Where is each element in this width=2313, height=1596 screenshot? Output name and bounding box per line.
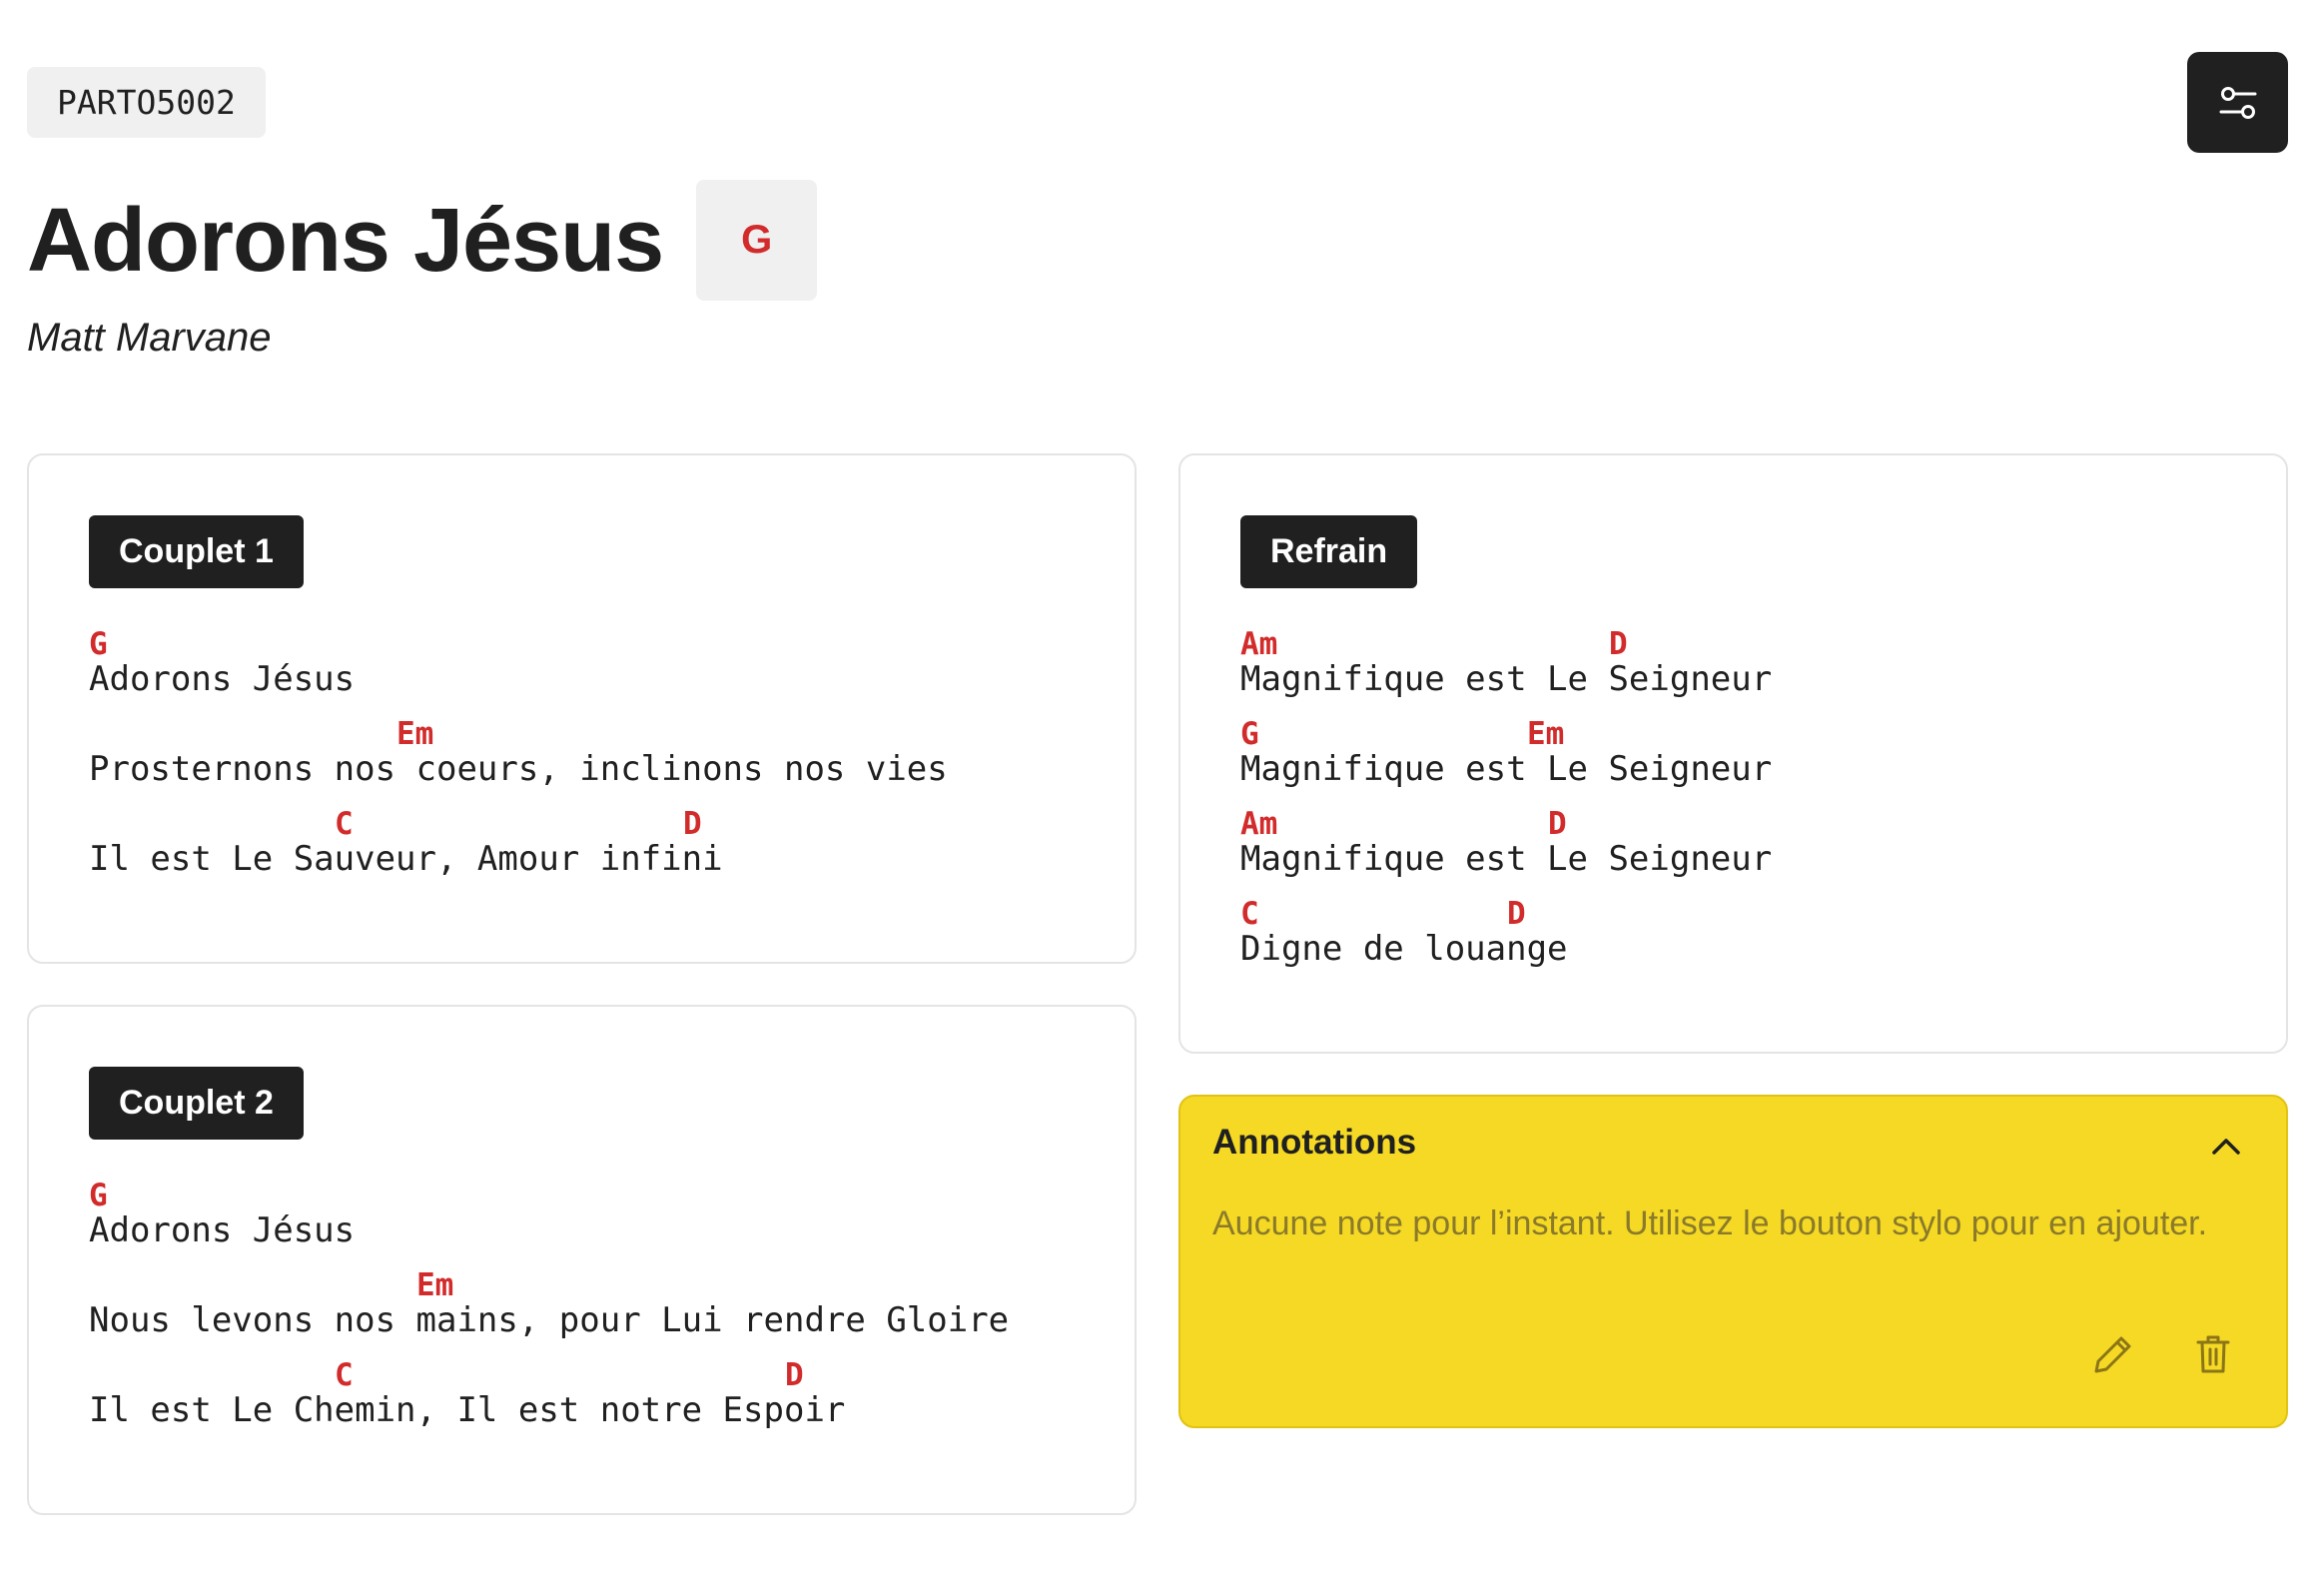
pencil-icon — [2094, 1336, 2131, 1373]
chord-line: Em Prosternons nos coeurs, inclinons nos … — [89, 716, 1075, 806]
code-badge: PARTO5002 — [27, 67, 266, 138]
song-title: Adorons Jésus — [27, 190, 664, 291]
lyric-text: Il est Le Sauveur, Amour infini — [89, 839, 723, 879]
annotations-toggle[interactable] — [2206, 1127, 2246, 1167]
chord-label: G — [89, 626, 108, 662]
chord-line: G Adorons Jésus — [89, 1178, 1075, 1267]
chord-label: Em — [396, 716, 434, 752]
lyric-text: Magnifique est Le Seigneur — [1240, 749, 1773, 789]
chord-line: Em Nous levons nos mains, pour Lui rendre… — [89, 1267, 1075, 1357]
chord-label: C — [335, 806, 354, 842]
lyric-text: Adorons Jésus — [89, 1210, 356, 1250]
chord-line: C D Il est Le Sauveur, Amour infini — [89, 806, 1075, 896]
annotations-title: Annotations — [1212, 1123, 1417, 1162]
sliders-icon — [2219, 86, 2256, 119]
section-label: Couplet 2 — [89, 1067, 304, 1140]
chord-line: G Em Magnifique est Le Seigneur — [1240, 716, 2226, 806]
chord-line: Am D Magnifique est Le Seigneur — [1240, 806, 2226, 896]
chevron-up-icon — [2212, 1139, 2240, 1155]
section-label: Couplet 1 — [89, 515, 304, 588]
section-label: Refrain — [1240, 515, 1418, 588]
lyric-text: Magnifique est Le Seigneur — [1240, 659, 1773, 699]
lyric-text: Il est Le Chemin, Il est notre Espoir — [89, 1390, 846, 1430]
title-row: Adorons Jésus G — [27, 180, 818, 301]
chord-label: D — [1507, 896, 1526, 932]
annotations-panel: Annotations Aucune note pour l’instant. … — [1178, 1095, 2288, 1428]
annotations-empty-text: Aucune note pour l’instant. Utilisez le … — [1212, 1204, 2208, 1242]
settings-button[interactable] — [2187, 52, 2288, 153]
chord-line: C D Il est Le Chemin, Il est notre Espoir — [89, 1357, 1075, 1447]
lyric-text: Digne de louange — [1240, 929, 1568, 969]
chord-label: C — [1240, 896, 1259, 932]
chord-line: G Adorons Jésus — [89, 626, 1075, 716]
chord-label: Em — [416, 1267, 454, 1303]
chord-label: G — [1240, 716, 1259, 752]
chord-label: Am — [1240, 806, 1278, 842]
lyric-text: Magnifique est Le Seigneur — [1240, 839, 1773, 879]
section-lines: G Adorons Jésus Em Prosternons nos coeurs, … — [89, 626, 1075, 896]
chord-line: Am D Magnifique est Le Seigneur — [1240, 626, 2226, 716]
lyric-text: Adorons Jésus — [89, 659, 356, 699]
trash-icon — [2196, 1335, 2230, 1373]
lyric-text: Nous levons nos mains, pour Lui rendre G… — [89, 1300, 1010, 1340]
chord-label: D — [1609, 626, 1628, 662]
chord-label: C — [335, 1357, 354, 1393]
key-badge[interactable]: G — [696, 180, 818, 301]
chord-label: Am — [1240, 626, 1278, 662]
section-lines: Am D Magnifique est Le Seigneur G Em Magnifiq… — [1240, 626, 2226, 986]
section-card-refrain: Refrain Am D Magnifique est Le Seigneur G Em… — [1178, 453, 2288, 1054]
chord-label: D — [785, 1357, 804, 1393]
section-card-couplet-1: Couplet 1 G Adorons Jésus Em Prosternons no… — [27, 453, 1137, 964]
song-author: Matt Marvane — [27, 316, 272, 360]
lyric-text: Prosternons nos coeurs, inclinons nos vi… — [89, 749, 948, 789]
section-card-couplet-2: Couplet 2 G Adorons Jésus Em Nous levons no… — [27, 1005, 1137, 1515]
chord-line: C D Digne de louange — [1240, 896, 2226, 986]
chord-label: D — [683, 806, 702, 842]
section-lines: G Adorons Jésus Em Nous levons nos mains, p… — [89, 1178, 1075, 1447]
edit-annotation-button[interactable] — [2083, 1324, 2143, 1384]
delete-annotation-button[interactable] — [2183, 1324, 2243, 1384]
chord-label: D — [1548, 806, 1567, 842]
chord-label: G — [89, 1178, 108, 1213]
chord-label: Em — [1527, 716, 1565, 752]
